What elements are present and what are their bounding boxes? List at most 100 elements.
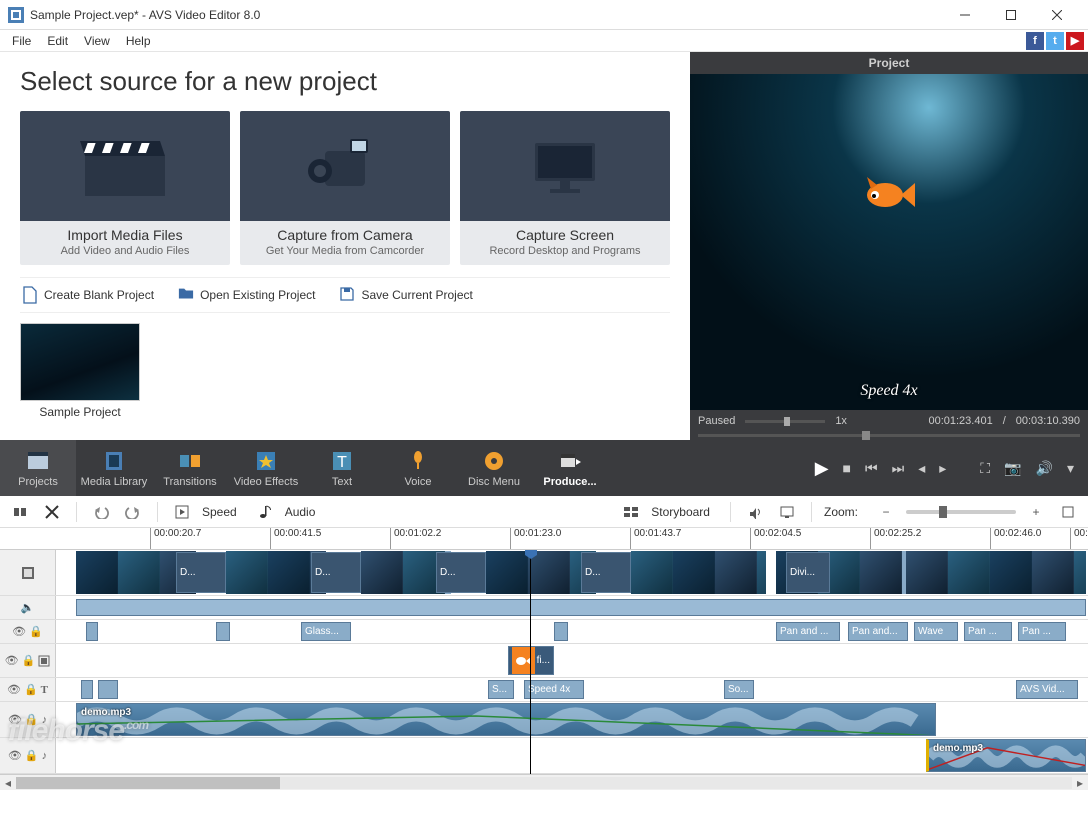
- preview-viewport[interactable]: Speed 4x: [690, 74, 1088, 410]
- media-library-tab[interactable]: Media Library: [76, 440, 152, 496]
- delete-button[interactable]: [40, 500, 64, 524]
- maximize-button[interactable]: [988, 0, 1034, 30]
- speed-slider[interactable]: [745, 420, 825, 423]
- project-thumbnail[interactable]: Sample Project: [20, 323, 140, 419]
- overlay-caption: Speed 4x: [690, 382, 1088, 400]
- storyboard-label[interactable]: Storyboard: [651, 505, 710, 519]
- projects-icon: [26, 449, 50, 473]
- menu-view[interactable]: View: [76, 32, 118, 50]
- fx-clip[interactable]: [216, 622, 230, 641]
- audio-mix-button[interactable]: [743, 500, 767, 524]
- prev-button[interactable]: ⏮: [865, 460, 878, 477]
- capture-camera-card[interactable]: Capture from Camera Get Your Media from …: [240, 111, 450, 265]
- audio-clip[interactable]: demo.mp3: [926, 739, 1086, 772]
- track-head[interactable]: 👁🔒♪: [0, 738, 56, 773]
- play-button[interactable]: ▶: [815, 458, 829, 479]
- redo-button[interactable]: [121, 500, 145, 524]
- zoom-fit-button[interactable]: [1056, 500, 1080, 524]
- video-clip[interactable]: [906, 551, 1086, 594]
- filmstrip-icon: [20, 566, 36, 580]
- timeline-ruler[interactable]: 00:00:20.7 00:00:41.5 00:01:02.2 00:01:2…: [0, 528, 1088, 550]
- playhead[interactable]: [530, 550, 531, 774]
- video-clip[interactable]: D...: [311, 552, 361, 593]
- zoom-out-button[interactable]: −: [874, 500, 898, 524]
- save-current-project[interactable]: Save Current Project: [337, 282, 474, 308]
- transitions-tab[interactable]: Transitions: [152, 440, 228, 496]
- menu-file[interactable]: File: [4, 32, 39, 50]
- fx-clip[interactable]: Glass...: [301, 622, 351, 641]
- capture-screen-card[interactable]: Capture Screen Record Desktop and Progra…: [460, 111, 670, 265]
- scroll-left-button[interactable]: ◂: [0, 775, 16, 791]
- text-clip[interactable]: [98, 680, 118, 699]
- zoom-slider[interactable]: [906, 510, 1016, 514]
- stop-button[interactable]: ■: [843, 460, 851, 476]
- volume-button[interactable]: 🔊: [1036, 460, 1053, 477]
- fx-clip[interactable]: [554, 622, 568, 641]
- scroll-right-button[interactable]: ▸: [1072, 775, 1088, 791]
- twitter-icon[interactable]: t: [1046, 32, 1064, 50]
- import-media-card[interactable]: Import Media Files Add Video and Audio F…: [20, 111, 230, 265]
- fx-clip[interactable]: Pan and ...: [776, 622, 840, 641]
- open-existing-project[interactable]: Open Existing Project: [176, 282, 317, 308]
- preview-aspect-button[interactable]: [775, 500, 799, 524]
- fx-clip[interactable]: Pan and...: [848, 622, 908, 641]
- video-clip[interactable]: Divi...: [786, 552, 830, 593]
- minimize-button[interactable]: [942, 0, 988, 30]
- produce-icon: [558, 449, 582, 473]
- step-back-button[interactable]: ◂: [918, 460, 925, 477]
- fx-clip[interactable]: Pan ...: [964, 622, 1012, 641]
- facebook-icon[interactable]: f: [1026, 32, 1044, 50]
- text-clip[interactable]: So...: [724, 680, 754, 699]
- video-effects-tab[interactable]: Video Effects: [228, 440, 304, 496]
- video-clip[interactable]: D...: [581, 552, 631, 593]
- video-clip[interactable]: D...: [436, 552, 486, 593]
- audio-subclip[interactable]: [76, 599, 1086, 616]
- scroll-thumb[interactable]: [16, 777, 280, 789]
- disc-icon: [482, 449, 506, 473]
- text-tab[interactable]: T Text: [304, 440, 380, 496]
- track-head[interactable]: 👁🔒T: [0, 678, 56, 701]
- text-clip[interactable]: [81, 680, 93, 699]
- text-clip[interactable]: S...: [488, 680, 514, 699]
- snapshot-button[interactable]: 📷: [1004, 460, 1021, 477]
- voice-tab[interactable]: Voice: [380, 440, 456, 496]
- menu-edit[interactable]: Edit: [39, 32, 76, 50]
- track-head[interactable]: 🔈: [0, 596, 56, 619]
- step-fwd-button[interactable]: ▸: [939, 460, 946, 477]
- video-clip[interactable]: [631, 551, 766, 594]
- audio-label[interactable]: Audio: [285, 505, 316, 519]
- fx-clip[interactable]: [86, 622, 98, 641]
- create-blank-project[interactable]: Create Blank Project: [20, 282, 156, 308]
- audio-clip[interactable]: demo.mp3: [76, 703, 936, 736]
- volume-chevron[interactable]: ▾: [1067, 460, 1074, 477]
- text-clip[interactable]: AVS Vid...: [1016, 680, 1078, 699]
- timeline-scrollbar[interactable]: ◂ ▸: [0, 774, 1088, 790]
- fx-clip[interactable]: Wave: [914, 622, 958, 641]
- next-button[interactable]: ⏭: [892, 460, 905, 477]
- undo-button[interactable]: [89, 500, 113, 524]
- speed-label[interactable]: Speed: [202, 505, 237, 519]
- video-clip[interactable]: [486, 551, 596, 594]
- seek-bar[interactable]: [690, 432, 1088, 440]
- youtube-icon[interactable]: ▶: [1066, 32, 1084, 50]
- track-head[interactable]: 👁🔒♪: [0, 702, 56, 737]
- disc-menu-tab[interactable]: Disc Menu: [456, 440, 532, 496]
- track-head[interactable]: 👁🔒: [0, 620, 56, 643]
- ruler-tick: 00:00:20.7: [150, 528, 201, 550]
- video-clip[interactable]: D...: [176, 552, 226, 593]
- split-button[interactable]: [8, 500, 32, 524]
- projects-tab[interactable]: Projects: [0, 440, 76, 496]
- fullscreen-button[interactable]: ⛶: [980, 460, 990, 477]
- close-button[interactable]: [1034, 0, 1080, 30]
- produce-button[interactable]: Produce...: [532, 440, 608, 496]
- video-track-head[interactable]: [0, 550, 56, 595]
- fx-clip[interactable]: Pan ...: [1018, 622, 1066, 641]
- track-head[interactable]: 👁🔒: [0, 644, 56, 677]
- action-label: Save Current Project: [361, 288, 472, 302]
- overlay-clip[interactable]: fi...: [508, 646, 554, 675]
- ruler-tick: 00:01:23.0: [510, 528, 561, 550]
- menu-help[interactable]: Help: [118, 32, 159, 50]
- effects-track: 👁🔒 Glass... Pan and ... Pan and... Wave …: [0, 620, 1088, 644]
- text-clip[interactable]: Speed 4x: [524, 680, 584, 699]
- zoom-in-button[interactable]: +: [1024, 500, 1048, 524]
